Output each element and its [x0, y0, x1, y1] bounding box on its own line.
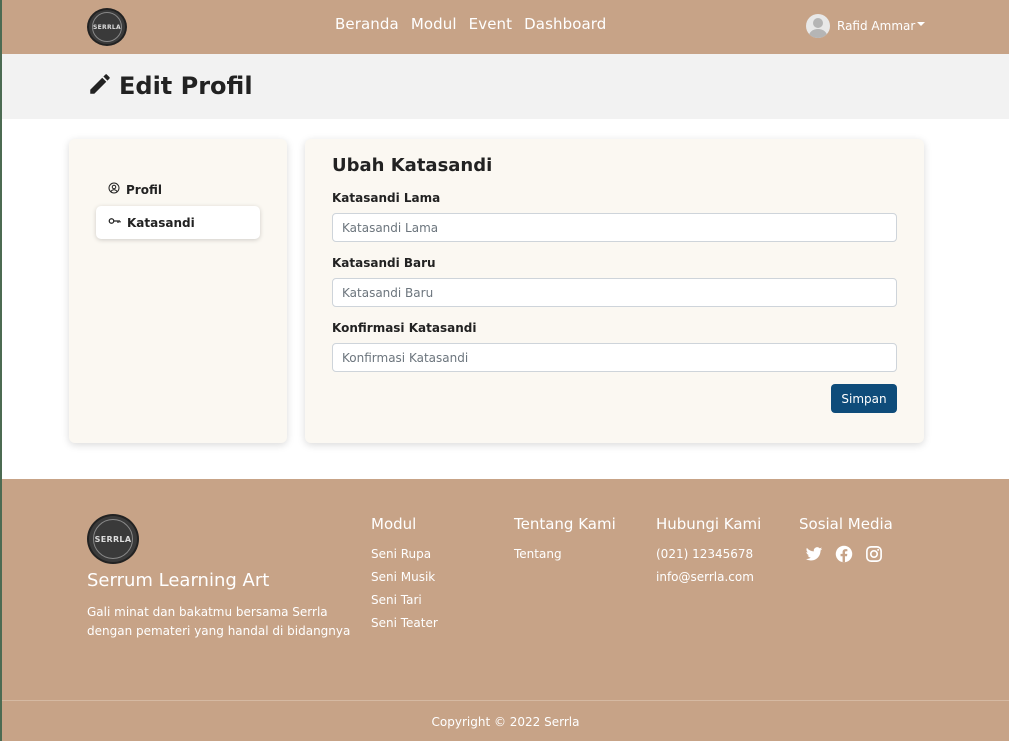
old-password-label: Katasandi Lama [332, 191, 441, 205]
facebook-icon[interactable] [835, 545, 853, 563]
old-password-input[interactable] [332, 213, 897, 242]
chevron-down-icon [917, 22, 926, 26]
footer-col-title: Modul [371, 515, 417, 533]
key-icon [108, 215, 121, 230]
instagram-icon[interactable] [865, 545, 883, 563]
footer-col-sosial: Sosial Media [799, 515, 893, 563]
footer-col-tentang: Tentang Kami Tentang [514, 515, 616, 570]
confirm-password-input[interactable] [332, 343, 897, 372]
navbar: SERRLA Beranda Modul Event Dashboard Raf… [2, 0, 1009, 54]
sidebar-item-label: Profil [126, 182, 162, 197]
page-title: Edit Profil [119, 72, 253, 100]
form-title: Ubah Katasandi [332, 155, 493, 176]
brand-tagline: Gali minat dan bakatmu bersama Serrla de… [87, 605, 351, 638]
footer-email[interactable]: info@serrla.com [656, 570, 761, 584]
nav-links: Beranda Modul Event Dashboard [335, 15, 606, 33]
logo-text: SERRLA [92, 12, 122, 42]
nav-link-beranda[interactable]: Beranda [335, 15, 399, 33]
new-password-input[interactable] [332, 278, 897, 307]
avatar [806, 14, 830, 38]
nav-link-dashboard[interactable]: Dashboard [524, 15, 606, 33]
twitter-icon[interactable] [805, 545, 823, 563]
footer-phone[interactable]: (021) 12345678 [656, 547, 761, 561]
user-circle-icon [108, 182, 120, 197]
footer-link-seni-teater[interactable]: Seni Teater [371, 616, 438, 630]
save-button[interactable]: Simpan [831, 384, 897, 413]
new-password-label: Katasandi Baru [332, 256, 436, 270]
user-name: Rafid Ammar [837, 19, 916, 33]
footer-col-modul: Modul Seni Rupa Seni Musik Seni Tari Sen… [371, 515, 438, 639]
footer-col-hubungi: Hubungi Kami (021) 12345678 info@serrla.… [656, 515, 761, 593]
footer-link-seni-rupa[interactable]: Seni Rupa [371, 547, 438, 561]
sidebar-item-katasandi[interactable]: Katasandi [96, 206, 260, 239]
footer-col-title: Hubungi Kami [656, 515, 762, 533]
confirm-password-label: Konfirmasi Katasandi [332, 321, 477, 335]
password-form-card: Ubah Katasandi Katasandi Lama Katasandi … [305, 139, 924, 443]
page-header: Edit Profil [2, 54, 1009, 119]
navbar-logo[interactable]: SERRLA [87, 8, 127, 46]
footer-logo: SERRLA [87, 514, 139, 564]
footer-link-seni-musik[interactable]: Seni Musik [371, 570, 438, 584]
footer-col-title: Tentang Kami [514, 515, 616, 533]
footer-link-tentang[interactable]: Tentang [514, 547, 616, 561]
user-menu[interactable]: Rafid Ammar [806, 14, 926, 38]
brand-name: Serrum Learning Art [87, 570, 270, 591]
social-icons [805, 545, 893, 563]
footer-divider [2, 700, 1009, 701]
footer-col-title: Sosial Media [799, 515, 893, 533]
nav-link-modul[interactable]: Modul [411, 15, 457, 33]
copyright: Copyright © 2022 Serrla [431, 715, 580, 729]
logo-text: SERRLA [93, 519, 133, 559]
footer-link-seni-tari[interactable]: Seni Tari [371, 593, 438, 607]
settings-sidebar: Profil Katasandi [69, 139, 287, 443]
pencil-icon [87, 71, 113, 101]
sidebar-item-label: Katasandi [127, 215, 195, 230]
page-title-group: Edit Profil [87, 71, 253, 101]
nav-link-event[interactable]: Event [469, 15, 512, 33]
sidebar-item-profil[interactable]: Profil [96, 173, 260, 206]
footer: SERRLA Serrum Learning Art Gali minat da… [2, 479, 1009, 741]
